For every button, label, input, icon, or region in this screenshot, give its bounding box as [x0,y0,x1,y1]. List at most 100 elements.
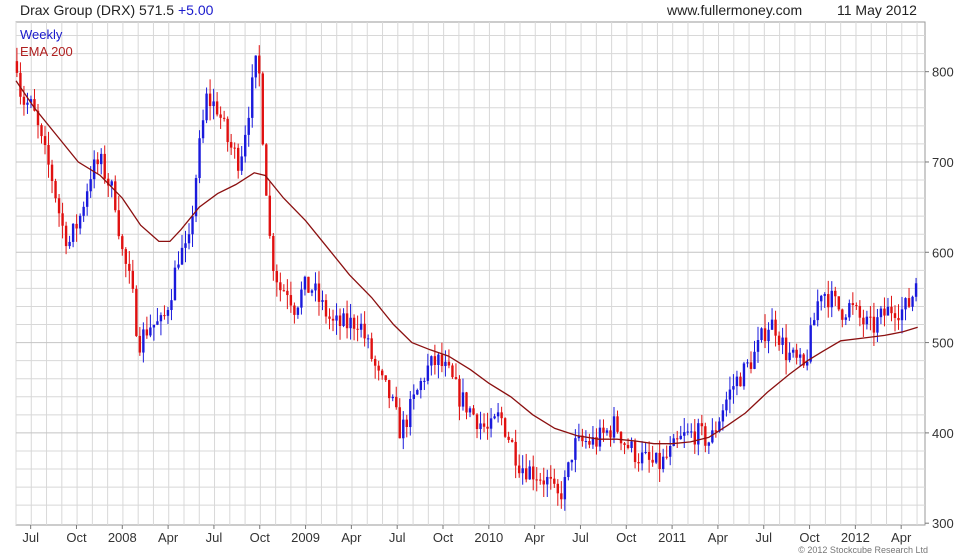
x-tick-label: Apr [525,530,546,545]
candle-body-up [142,329,145,353]
candle-body-down [135,288,138,336]
candle-body-up [412,394,416,399]
x-tick-label: Oct [433,530,454,545]
candle-body-up [605,430,609,433]
candle-body-down [380,370,384,376]
candle-body-down [352,317,356,329]
candle-body-up [300,289,303,308]
x-tick-label: 2010 [474,530,503,545]
candle-body-up [296,307,300,315]
candle-body-up [423,380,426,382]
candle-body-up [563,477,567,500]
candle-body-down [763,328,767,342]
candle-body-down [784,337,788,361]
candle-body-down [279,282,282,291]
candle-body-up [654,452,658,463]
candle-body-up [468,408,472,413]
candle-body-up [711,430,714,443]
candle-body-down [517,465,521,474]
candle-body-down [121,236,124,250]
candle-body-down [907,298,911,307]
x-tick-label: 2011 [658,530,686,545]
candle-body-down [475,414,479,430]
candle-body-down [693,431,696,445]
candle-body-down [897,317,900,321]
candle-body-down [96,159,99,165]
candle-body-up [201,120,205,139]
candle-body-down [317,283,321,302]
candle-body-up [152,324,156,328]
candle-body-up [904,298,907,310]
candle-body-up [184,243,187,248]
candle-body-up [205,93,208,121]
candle-body-down [714,430,718,432]
candle-body-up [813,320,816,326]
candle-body-up [191,216,194,235]
candle-body-up [461,392,465,407]
candle-body-up [437,354,440,365]
candle-body-down [64,225,68,247]
candle-body-up [212,101,215,107]
candle-body-down [370,338,373,359]
candle-body-up [359,323,363,330]
x-tick-label: 2008 [108,530,137,545]
candle-body-down [739,376,742,387]
candle-body-up [402,419,405,439]
candle-body-down [272,235,275,272]
candle-body-up [911,296,914,307]
candle-body-down [851,303,855,306]
candle-body-down [510,439,514,442]
candle-body-up [430,356,433,366]
candle-body-down [114,181,117,211]
candle-body-up [567,462,570,478]
candle-body-up [721,410,725,422]
candle-body-up [672,438,675,446]
x-tick-label: Oct [250,530,271,545]
candle-body-up [496,412,500,417]
candle-body-down [215,101,219,115]
candle-body-up [612,416,616,438]
candle-body-down [328,316,331,319]
candle-body-up [746,362,749,364]
candle-body-up [149,327,152,336]
candle-body-up [349,317,352,329]
candle-body-up [644,451,647,453]
candle-body-down [233,147,236,149]
candle-body-up [742,363,746,387]
candle-body-up [770,319,774,330]
candle-body-down [774,319,777,336]
candle-body-up [321,300,324,302]
candle-body-down [451,365,454,378]
candle-body-up [170,300,173,311]
candle-body-up [240,156,243,171]
candle-body-down [637,462,640,464]
candle-body-down [542,480,545,485]
y-tick-label: 300 [932,516,954,531]
candle-body-up [314,283,317,291]
candle-body-up [725,399,728,411]
candle-body-down [749,362,753,369]
candle-body-up [781,337,784,345]
candle-body-up [198,138,201,179]
candle-body-up [100,153,103,165]
candle-body-down [458,378,461,407]
site-link[interactable]: www.fullermoney.com [667,2,802,18]
price-change: +5.00 [177,2,214,18]
candle-body-down [229,142,233,148]
candle-body-down [286,290,289,296]
x-tick-label: 2012 [841,530,870,545]
candle-body-up [574,438,577,460]
candle-body-down [258,55,261,74]
candle-body-down [398,407,401,439]
candle-body-down [609,430,612,438]
candle-body-up [669,445,672,457]
candle-body-up [82,206,85,216]
candle-body-up [89,179,92,192]
candle-body-down [384,375,387,381]
candle-body-down [275,271,279,283]
candle-body-up [707,442,711,446]
x-tick-label: Jul [22,530,39,545]
candle-body-down [700,423,704,427]
legend-weekly: Weekly [20,27,63,42]
candle-body-up [816,301,819,321]
